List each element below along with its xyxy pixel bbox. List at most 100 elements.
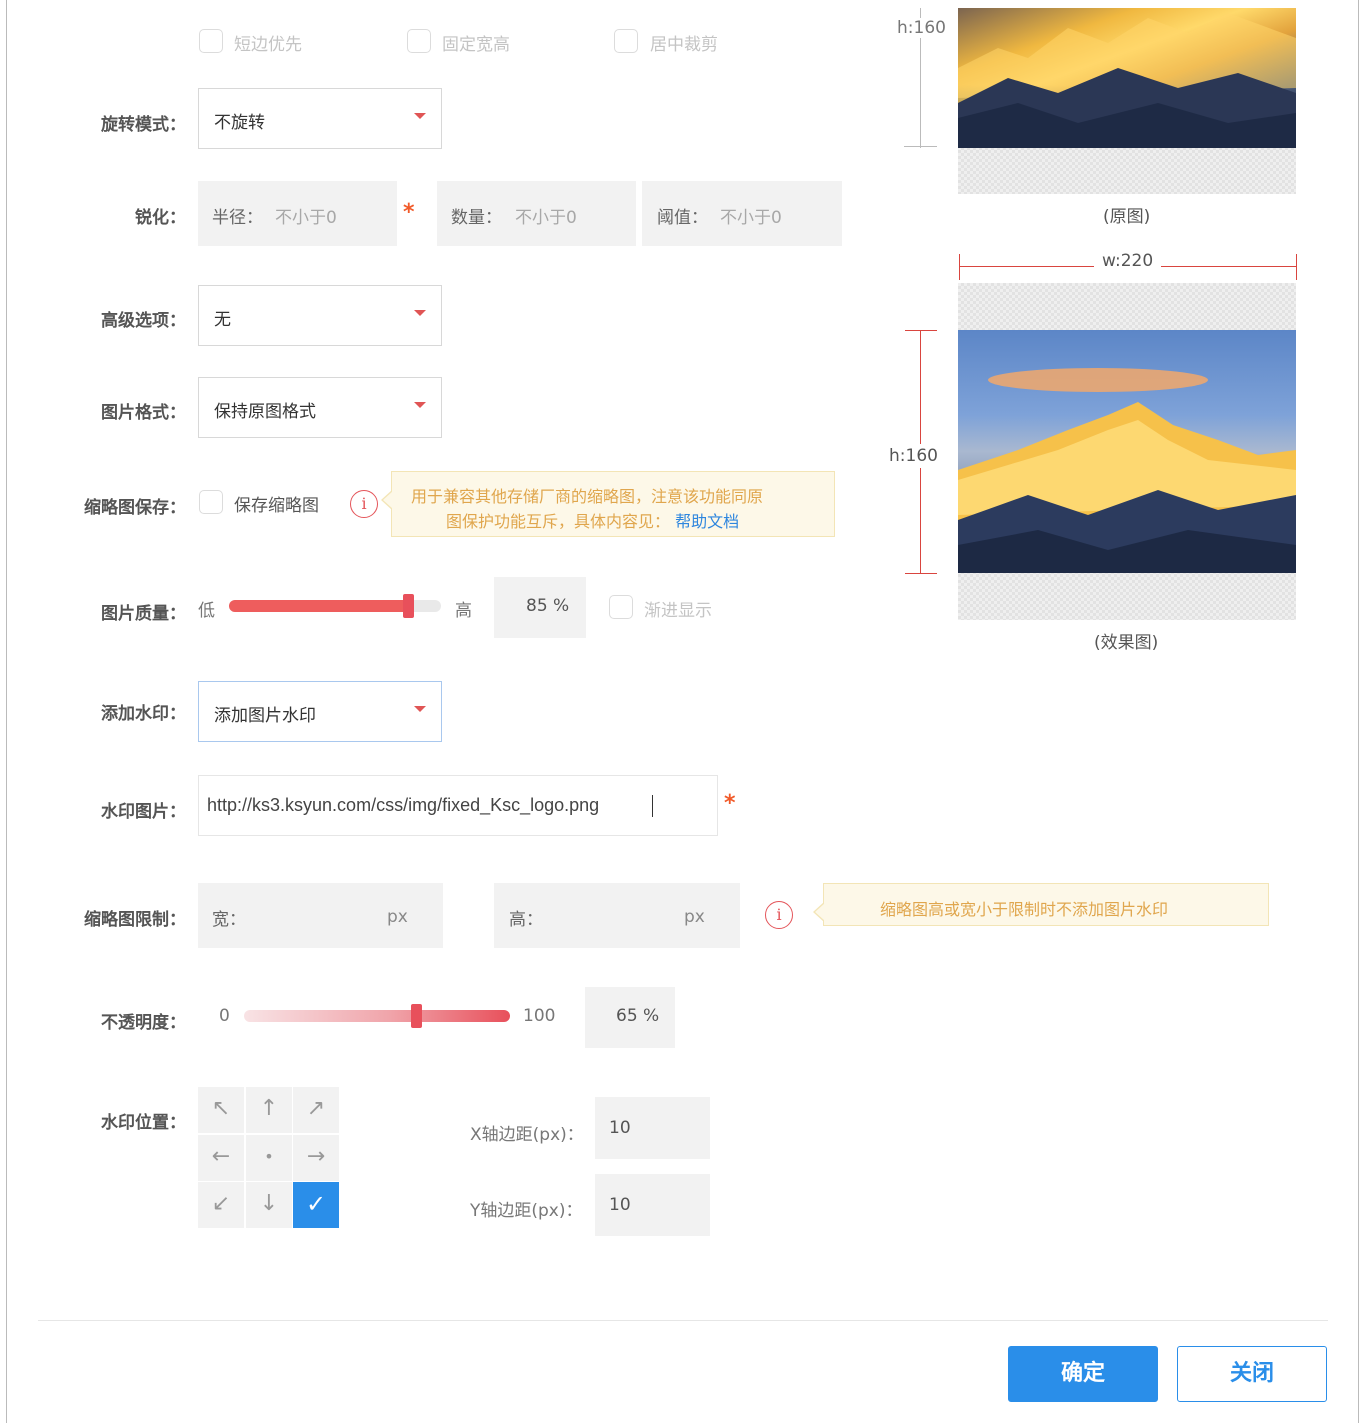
image-format-value: 保持原图格式 bbox=[214, 402, 316, 422]
crop-center-label: 居中裁剪 bbox=[650, 35, 718, 55]
required-asterisk: * bbox=[724, 791, 736, 816]
opacity-value: 65 % bbox=[616, 1006, 660, 1026]
info-icon[interactable]: i bbox=[765, 901, 793, 929]
watermark-image-label: 水印图片： bbox=[101, 802, 186, 822]
opacity-label: 不透明度： bbox=[101, 1013, 186, 1033]
opacity-min-label: 0 bbox=[219, 1006, 230, 1026]
opacity-slider-handle[interactable] bbox=[411, 1004, 422, 1028]
add-watermark-value: 添加图片水印 bbox=[214, 706, 316, 726]
width-tick-right bbox=[1296, 254, 1297, 280]
effect-height-text: h:160 bbox=[889, 444, 938, 468]
mountain-graphic bbox=[958, 13, 1296, 148]
sharpen-threshold-placeholder: 不小于0 bbox=[720, 208, 782, 228]
close-button[interactable]: 关闭 bbox=[1177, 1346, 1327, 1402]
save-thumbnail-checkbox[interactable] bbox=[199, 490, 223, 514]
position-center[interactable]: • bbox=[246, 1135, 292, 1181]
quality-high-label: 高 bbox=[455, 601, 472, 621]
width-tick-left bbox=[959, 254, 960, 280]
sharpen-radius-placeholder: 不小于0 bbox=[275, 208, 337, 228]
x-margin-value: 10 bbox=[609, 1118, 631, 1138]
sharpen-threshold-key: 阈值： bbox=[657, 208, 708, 228]
sharpen-radius-input[interactable]: 半径： 不小于0 bbox=[198, 181, 397, 246]
position-middle-left[interactable]: ← bbox=[198, 1135, 244, 1181]
position-middle-right[interactable]: → bbox=[293, 1135, 339, 1181]
x-margin-input[interactable]: 10 bbox=[595, 1097, 710, 1159]
sharpen-threshold-input[interactable]: 阈值： 不小于0 bbox=[642, 181, 842, 246]
watermark-position-label: 水印位置： bbox=[101, 1113, 186, 1133]
info-icon[interactable]: i bbox=[350, 490, 378, 518]
advanced-options-label: 高级选项： bbox=[101, 311, 186, 331]
position-top-right[interactable]: ↗ bbox=[293, 1087, 339, 1133]
thumb-limit-tip: 缩略图高或宽小于限制时不添加图片水印 bbox=[813, 883, 1269, 926]
original-height-text: h:160 bbox=[897, 18, 946, 38]
progressive-label: 渐进显示 bbox=[644, 601, 712, 621]
add-watermark-select[interactable]: 添加图片水印 bbox=[198, 681, 442, 742]
opacity-max-label: 100 bbox=[523, 1006, 556, 1026]
watermark-url-input[interactable]: http://ks3.ksyun.com/css/img/fixed_Ksc_l… bbox=[198, 775, 718, 836]
mountain-graphic bbox=[958, 368, 1296, 573]
add-watermark-label: 添加水印： bbox=[101, 704, 186, 724]
position-top-left[interactable]: ↖ bbox=[198, 1087, 244, 1133]
position-grid: ↖ ↑ ↗ ← • → ↙ ↓ ✓ bbox=[198, 1087, 340, 1229]
sharpen-amount-key: 数量： bbox=[451, 208, 502, 228]
tip-line-1: 用于兼容其他存储厂商的缩略图，注意该功能同原 bbox=[411, 487, 764, 506]
image-quality-label: 图片质量： bbox=[101, 604, 186, 624]
image-format-select[interactable]: 保持原图格式 bbox=[198, 377, 442, 438]
rotate-mode-label: 旋转模式： bbox=[101, 115, 186, 135]
height-tick-top bbox=[905, 330, 937, 331]
watermark-url-value: http://ks3.ksyun.com/css/img/fixed_Ksc_l… bbox=[207, 795, 600, 815]
crop-short-side-checkbox[interactable] bbox=[199, 29, 223, 53]
crop-fixed-size-checkbox[interactable] bbox=[407, 29, 431, 53]
width-key: 宽： bbox=[212, 910, 246, 930]
position-bottom-right[interactable]: ✓ bbox=[293, 1182, 339, 1228]
chevron-down-icon bbox=[414, 310, 426, 316]
opacity-slider-track[interactable] bbox=[244, 1010, 510, 1022]
thumb-limit-label: 缩略图限制： bbox=[84, 910, 186, 930]
y-margin-input[interactable]: 10 bbox=[595, 1174, 710, 1236]
opacity-value-box[interactable]: 65 % bbox=[585, 987, 675, 1048]
quality-value-box[interactable]: 85 % bbox=[494, 577, 586, 638]
thumb-limit-height-input[interactable]: 高： px bbox=[494, 883, 740, 948]
position-bottom-left[interactable]: ↙ bbox=[198, 1182, 244, 1228]
effect-width-text: w:220 bbox=[1094, 251, 1162, 271]
effect-image bbox=[958, 330, 1296, 573]
image-format-label: 图片格式： bbox=[101, 403, 186, 423]
confirm-button[interactable]: 确定 bbox=[1008, 1346, 1158, 1402]
original-caption: (原图) bbox=[1103, 207, 1151, 227]
required-asterisk: * bbox=[403, 200, 415, 225]
frame-right-border bbox=[1358, 0, 1359, 1423]
quality-slider-handle[interactable] bbox=[403, 594, 414, 618]
sharpen-amount-placeholder: 不小于0 bbox=[515, 208, 577, 228]
crop-short-side-label: 短边优先 bbox=[234, 35, 302, 55]
position-bottom-center[interactable]: ↓ bbox=[246, 1182, 292, 1228]
x-margin-label: X轴边距(px)： bbox=[470, 1125, 584, 1145]
y-margin-value: 10 bbox=[609, 1195, 631, 1215]
quality-low-label: 低 bbox=[198, 601, 215, 621]
thumb-save-tip: 用于兼容其他存储厂商的缩略图，注意该功能同原 图保护功能互斥，具体内容见： 帮助… bbox=[381, 471, 835, 537]
crop-center-checkbox[interactable] bbox=[614, 29, 638, 53]
progressive-checkbox[interactable] bbox=[609, 595, 633, 619]
advanced-options-value: 无 bbox=[214, 310, 231, 330]
tip-line-2-text: 图保护功能互斥，具体内容见： bbox=[446, 512, 671, 531]
advanced-options-select[interactable]: 无 bbox=[198, 285, 442, 346]
thumb-save-label: 缩略图保存： bbox=[84, 498, 186, 518]
position-top-center[interactable]: ↑ bbox=[246, 1087, 292, 1133]
help-doc-link[interactable]: 帮助文档 bbox=[675, 512, 739, 531]
width-unit: px bbox=[387, 907, 408, 927]
original-height-tick bbox=[904, 146, 937, 147]
chevron-down-icon bbox=[414, 402, 426, 408]
thumb-limit-tip-text: 缩略图高或宽小于限制时不添加图片水印 bbox=[880, 900, 1169, 919]
rotate-mode-select[interactable]: 不旋转 bbox=[198, 88, 442, 149]
thumb-limit-width-input[interactable]: 宽： px bbox=[198, 883, 443, 948]
chevron-down-icon bbox=[414, 706, 426, 712]
quality-value: 85 % bbox=[526, 596, 570, 616]
text-cursor bbox=[652, 795, 653, 817]
save-thumbnail-label: 保存缩略图 bbox=[234, 496, 319, 516]
chevron-down-icon bbox=[414, 113, 426, 119]
crop-fixed-size-label: 固定宽高 bbox=[442, 35, 510, 55]
sharpen-amount-input[interactable]: 数量： 不小于0 bbox=[437, 181, 636, 246]
original-image bbox=[958, 8, 1296, 148]
effect-caption: (效果图) bbox=[1094, 633, 1159, 653]
sharpen-label: 锐化： bbox=[135, 208, 186, 228]
height-tick-bottom bbox=[905, 573, 937, 574]
